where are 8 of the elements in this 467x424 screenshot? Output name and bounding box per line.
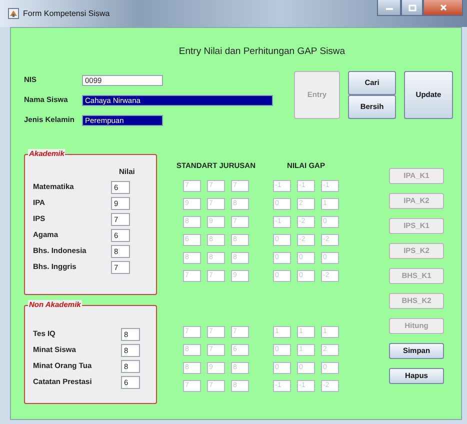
close-icon (438, 3, 448, 12)
window-title: Form Kompetensi Siswa (23, 8, 110, 20)
minimize-button[interactable] (377, 0, 401, 16)
app-icon (8, 8, 19, 19)
maximize-button[interactable] (401, 0, 423, 16)
close-button[interactable] (423, 0, 463, 16)
form-heading: Entry Nilai dan Perhitungan GAP Siswa (178, 45, 346, 59)
maximize-icon (406, 3, 418, 12)
